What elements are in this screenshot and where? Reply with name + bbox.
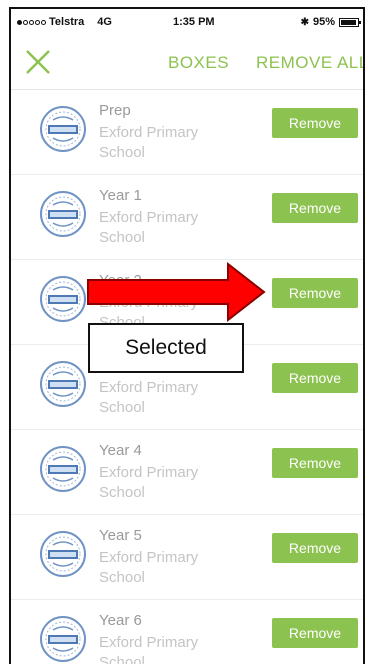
class-list: Prep Exford Primary School Remove Year 1… bbox=[11, 90, 363, 664]
list-item: Year 5 Exford Primary School Remove bbox=[11, 515, 363, 600]
status-bar: Telstra 4G 1:35 PM ✱ 95% bbox=[11, 9, 363, 33]
school-name: Exford Primary School bbox=[99, 464, 199, 501]
carrier-name: Telstra bbox=[49, 16, 85, 28]
school-name: Exford Primary School bbox=[99, 549, 199, 586]
remove-button[interactable]: Remove bbox=[272, 278, 358, 308]
list-item: Year 4 Exford Primary School Remove bbox=[11, 430, 363, 515]
school-logo-icon bbox=[40, 446, 86, 492]
network-type: 4G bbox=[97, 16, 112, 28]
remove-button[interactable]: Remove bbox=[272, 193, 358, 223]
signal-strength-icon bbox=[17, 19, 46, 25]
school-name: Exford Primary School bbox=[99, 209, 199, 246]
nav-bar: BOXES REMOVE ALL bbox=[11, 37, 363, 90]
remove-button[interactable]: Remove bbox=[272, 108, 358, 138]
class-title: Year 6 bbox=[99, 612, 142, 629]
class-title: Year 1 bbox=[99, 187, 142, 204]
school-name: Exford Primary School bbox=[99, 634, 199, 664]
list-item: Year 1 Exford Primary School Remove bbox=[11, 175, 363, 260]
remove-all-button[interactable]: REMOVE ALL bbox=[256, 53, 363, 73]
school-logo-icon bbox=[40, 191, 86, 237]
list-item: Prep Exford Primary School Remove bbox=[11, 90, 363, 175]
remove-button[interactable]: Remove bbox=[272, 363, 358, 393]
school-logo-icon bbox=[40, 531, 86, 577]
class-title: Year 4 bbox=[99, 442, 142, 459]
school-logo-icon bbox=[40, 361, 86, 407]
remove-button[interactable]: Remove bbox=[272, 618, 358, 648]
school-logo-icon bbox=[40, 616, 86, 662]
selected-annotation-label: Selected bbox=[88, 323, 244, 373]
list-item: Year 6 Exford Primary School Remove bbox=[11, 600, 363, 664]
class-title: Year 5 bbox=[99, 527, 142, 544]
remove-button[interactable]: Remove bbox=[272, 448, 358, 478]
boxes-button[interactable]: BOXES bbox=[168, 53, 229, 73]
class-title: Prep bbox=[99, 102, 131, 119]
school-logo-icon bbox=[40, 276, 86, 322]
status-right: ✱ 95% bbox=[300, 16, 361, 28]
school-logo-icon bbox=[40, 106, 86, 152]
bluetooth-icon: ✱ bbox=[300, 16, 309, 28]
school-name: Exford Primary School bbox=[99, 379, 199, 416]
red-arrow-annotation bbox=[87, 262, 266, 322]
battery-icon bbox=[339, 17, 361, 27]
battery-percent: 95% bbox=[312, 16, 335, 28]
close-icon[interactable] bbox=[23, 47, 53, 77]
remove-button[interactable]: Remove bbox=[272, 533, 358, 563]
status-time: 1:35 PM bbox=[173, 16, 215, 28]
status-left: Telstra 4G bbox=[17, 16, 112, 28]
school-name: Exford Primary School bbox=[99, 124, 199, 161]
